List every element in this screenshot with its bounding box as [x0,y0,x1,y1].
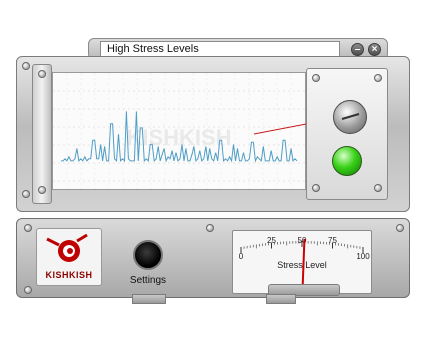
screw-icon [396,224,404,232]
minimize-button[interactable]: – [351,43,364,56]
screw-icon [206,224,214,232]
knob-pointer-icon [341,113,360,120]
screw-icon [312,74,320,82]
gauge-tick-label: 50 [298,236,307,245]
gauge-tick-label: 75 [328,236,337,245]
close-button[interactable]: × [368,43,381,56]
screw-icon [312,184,320,192]
gauge-tick-label: 25 [267,236,276,245]
logo-text: KISHKISH [45,270,93,280]
screw-icon [38,186,46,194]
window-title: High Stress Levels [100,41,340,57]
left-rail [32,64,52,204]
stress-graph-screen: KISHKISH [52,72,306,190]
screw-icon [22,62,30,70]
left-foot [132,294,166,304]
control-knob[interactable] [333,100,367,134]
screw-icon [374,74,382,82]
gauge-label: Stress Level [277,260,327,270]
stress-line-chart: KISHKISH [53,73,305,189]
screw-icon [24,286,32,294]
right-foot [266,294,296,304]
gauge-tick-label: 0 [239,252,244,261]
screw-icon [38,70,46,78]
close-icon: × [371,44,378,55]
screw-icon [24,224,32,232]
logo-eye-icon [46,233,88,262]
settings-button[interactable] [133,240,163,270]
control-box [306,68,388,200]
minimize-icon: – [354,44,361,55]
screw-icon [22,190,30,198]
settings-label: Settings [129,275,167,286]
screw-icon [374,184,382,192]
gauge-tick-label: 100 [356,252,370,261]
status-led-indicator [332,146,362,176]
